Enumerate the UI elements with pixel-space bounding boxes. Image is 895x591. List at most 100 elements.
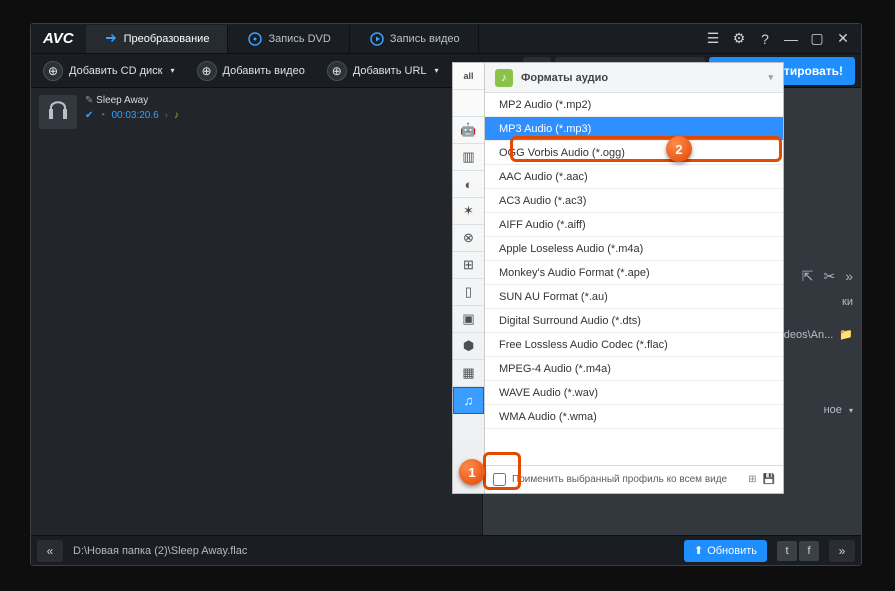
format-list: ♪ Форматы аудио ▾ MP2 Audio (*.mp2) MP3 … <box>485 63 783 493</box>
cat-xbox-icon[interactable]: ⊗ <box>453 225 484 252</box>
file-duration: 00:03:20.6 <box>111 110 158 121</box>
side-tools: ⇱ ✂ » <box>802 268 853 285</box>
chevron-down-icon: ▾ <box>768 72 773 83</box>
add-cd-button[interactable]: ⊕ Добавить CD диск ▾ <box>37 56 181 86</box>
format-item[interactable]: Monkey's Audio Format (*.ape) <box>485 261 783 285</box>
format-item[interactable]: Apple Loseless Audio (*.m4a) <box>485 237 783 261</box>
maximize-icon[interactable]: ▢ <box>809 31 825 47</box>
format-label: AAC Audio (*.aac) <box>499 171 588 183</box>
chevron-down-icon: ▾ <box>171 66 175 75</box>
tab-convert[interactable]: Преобразование <box>86 25 229 53</box>
format-label: Digital Surround Audio (*.dts) <box>499 315 641 327</box>
cat-audio-icon[interactable]: ♫ <box>453 387 484 414</box>
format-item[interactable]: WMA Audio (*.wma) <box>485 405 783 429</box>
btn-label: Добавить URL <box>353 65 427 77</box>
format-item[interactable]: AC3 Audio (*.ac3) <box>485 189 783 213</box>
save-profile-icon[interactable]: 💾 <box>763 474 775 485</box>
format-item[interactable]: MP3 Audio (*.mp3) <box>485 117 783 141</box>
header-label: Форматы аудио <box>521 72 608 84</box>
format-item[interactable]: Free Lossless Audio Codec (*.flac) <box>485 333 783 357</box>
twitter-icon[interactable]: t <box>777 541 797 561</box>
format-label: Apple Loseless Audio (*.m4a) <box>499 243 643 255</box>
cat-huawei-icon[interactable]: ✶ <box>453 198 484 225</box>
cat-windows-icon[interactable]: ⊞ <box>453 252 484 279</box>
side-line[interactable]: ное ▾ <box>824 404 853 416</box>
audio-category-icon: ♪ <box>495 69 513 87</box>
format-dropdown-panel: all 🤖 ▥ ◐ ✶ ⊗ ⊞ ▯ ▣ ⬢ ▦ ♫ ♪ Форматы ауди… <box>452 62 784 494</box>
format-item[interactable]: Digital Surround Audio (*.dts) <box>485 309 783 333</box>
format-label: AC3 Audio (*.ac3) <box>499 195 586 207</box>
help-icon[interactable]: ? <box>757 31 773 47</box>
format-item[interactable]: MPEG-4 Audio (*.m4a) <box>485 357 783 381</box>
format-label: MPEG-4 Audio (*.m4a) <box>499 363 611 375</box>
tab-dvd[interactable]: Запись DVD <box>230 25 349 53</box>
cat-samsung-icon[interactable]: ▥ <box>453 144 484 171</box>
annotation-marker-1: 1 <box>459 459 485 485</box>
add-video-button[interactable]: ⊕ Добавить видео <box>191 56 311 86</box>
statusbar: « D:\Новая папка (2)\Sleep Away.flac ⬆ О… <box>31 535 861 565</box>
dropdown-footer: Применить выбранный профиль ко всем виде… <box>485 465 783 493</box>
folder-icon[interactable]: 📁 <box>839 328 853 341</box>
update-button[interactable]: ⬆ Обновить <box>684 540 767 562</box>
format-label: OGG Vorbis Audio (*.ogg) <box>499 147 625 159</box>
pencil-icon[interactable]: ✎ Sleep Away <box>85 95 179 106</box>
status-path: D:\Новая папка (2)\Sleep Away.flac <box>73 545 247 557</box>
cat-video-icon[interactable]: ▦ <box>453 360 484 387</box>
upload-icon: ⬆ <box>694 544 703 557</box>
clock-icon: ◔ <box>99 110 105 121</box>
file-item[interactable]: ✎ Sleep Away ✔ ◔ 00:03:20.6 › ♪ <box>31 88 482 136</box>
btn-label: Добавить CD диск <box>69 65 163 77</box>
format-label: WMA Audio (*.wma) <box>499 411 597 423</box>
file-meta: ✔ ◔ 00:03:20.6 › ♪ <box>85 110 179 121</box>
cut-icon[interactable]: ✂ <box>823 268 835 285</box>
apply-all-checkbox[interactable] <box>493 473 506 486</box>
close-icon[interactable]: ✕ <box>835 31 851 47</box>
play-icon <box>370 32 384 46</box>
format-label: AIFF Audio (*.aiff) <box>499 219 586 231</box>
cat-sony-icon[interactable]: ◐ <box>453 171 484 198</box>
format-list-header[interactable]: ♪ Форматы аудио ▾ <box>485 63 783 93</box>
expand-button[interactable]: » <box>829 540 855 562</box>
cat-all[interactable]: all <box>453 63 484 90</box>
url-add-icon: ⊕ <box>327 61 347 81</box>
titlebar: AVC Преобразование Запись DVD Запись вид… <box>31 24 861 54</box>
minimize-icon[interactable]: — <box>783 31 799 47</box>
video-add-icon: ⊕ <box>197 61 217 81</box>
format-item[interactable]: AIFF Audio (*.aiff) <box>485 213 783 237</box>
music-note-icon: ♪ <box>174 110 179 121</box>
check-icon[interactable]: ✔ <box>85 110 93 121</box>
cat-tv-icon[interactable]: ▣ <box>453 306 484 333</box>
format-label: MP3 Audio (*.mp3) <box>499 123 591 135</box>
add-profile-icon[interactable]: ⊞ <box>748 474 756 485</box>
list-icon[interactable]: ☰ <box>705 31 721 47</box>
file-title: Sleep Away <box>96 95 148 106</box>
cat-mobile-icon[interactable]: ▯ <box>453 279 484 306</box>
tab-label: Преобразование <box>124 33 210 45</box>
audio-thumbnail-icon <box>39 95 77 129</box>
format-label: WAVE Audio (*.wav) <box>499 387 598 399</box>
cat-apple-icon[interactable] <box>453 90 484 117</box>
disc-add-icon: ⊕ <box>43 61 63 81</box>
cat-android-icon[interactable]: 🤖 <box>453 117 484 144</box>
format-label: SUN AU Format (*.au) <box>499 291 608 303</box>
chevron-icon[interactable]: » <box>845 268 853 285</box>
social-buttons: t f <box>777 541 819 561</box>
format-label: Monkey's Audio Format (*.ape) <box>499 267 650 279</box>
export-icon[interactable]: ⇱ <box>802 268 814 285</box>
cat-html5-icon[interactable]: ⬢ <box>453 333 484 360</box>
file-list: ✎ Sleep Away ✔ ◔ 00:03:20.6 › ♪ <box>31 88 483 535</box>
format-item[interactable]: SUN AU Format (*.au) <box>485 285 783 309</box>
facebook-icon[interactable]: f <box>799 541 819 561</box>
gear-icon[interactable]: ⚙ <box>731 31 747 47</box>
category-sidebar: all 🤖 ▥ ◐ ✶ ⊗ ⊞ ▯ ▣ ⬢ ▦ ♫ <box>453 63 485 493</box>
annotation-marker-2: 2 <box>666 136 692 162</box>
format-item[interactable]: OGG Vorbis Audio (*.ogg) <box>485 141 783 165</box>
chevron-down-icon: ▾ <box>435 66 439 75</box>
format-item[interactable]: WAVE Audio (*.wav) <box>485 381 783 405</box>
format-item[interactable]: MP2 Audio (*.mp2) <box>485 93 783 117</box>
add-url-button[interactable]: ⊕ Добавить URL ▾ <box>321 56 445 86</box>
collapse-button[interactable]: « <box>37 540 63 562</box>
tab-record[interactable]: Запись видео <box>352 25 479 53</box>
app-logo: AVC <box>35 30 86 47</box>
format-item[interactable]: AAC Audio (*.aac) <box>485 165 783 189</box>
